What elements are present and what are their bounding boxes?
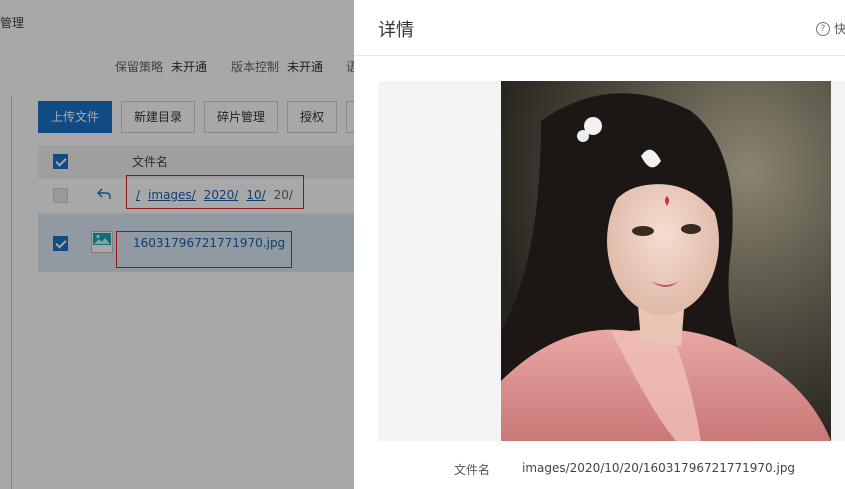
- detail-drawer: 详情 ? 快 文件名 images/2020/10/20/16031796721…: [354, 0, 845, 489]
- meta-filename-value: images/2020/10/20/16031796721771970.jpg: [522, 461, 796, 475]
- drawer-title: 详情: [378, 20, 414, 41]
- help-circle-icon: ?: [816, 21, 830, 36]
- help-label: 快: [834, 22, 845, 36]
- drawer-header: 详情 ? 快: [354, 0, 845, 56]
- preview-photo: [501, 81, 831, 441]
- meta-filename-label: 文件名: [454, 463, 491, 477]
- image-preview: [378, 81, 845, 441]
- help-link[interactable]: ? 快: [816, 20, 845, 37]
- modal-overlay[interactable]: [0, 0, 354, 489]
